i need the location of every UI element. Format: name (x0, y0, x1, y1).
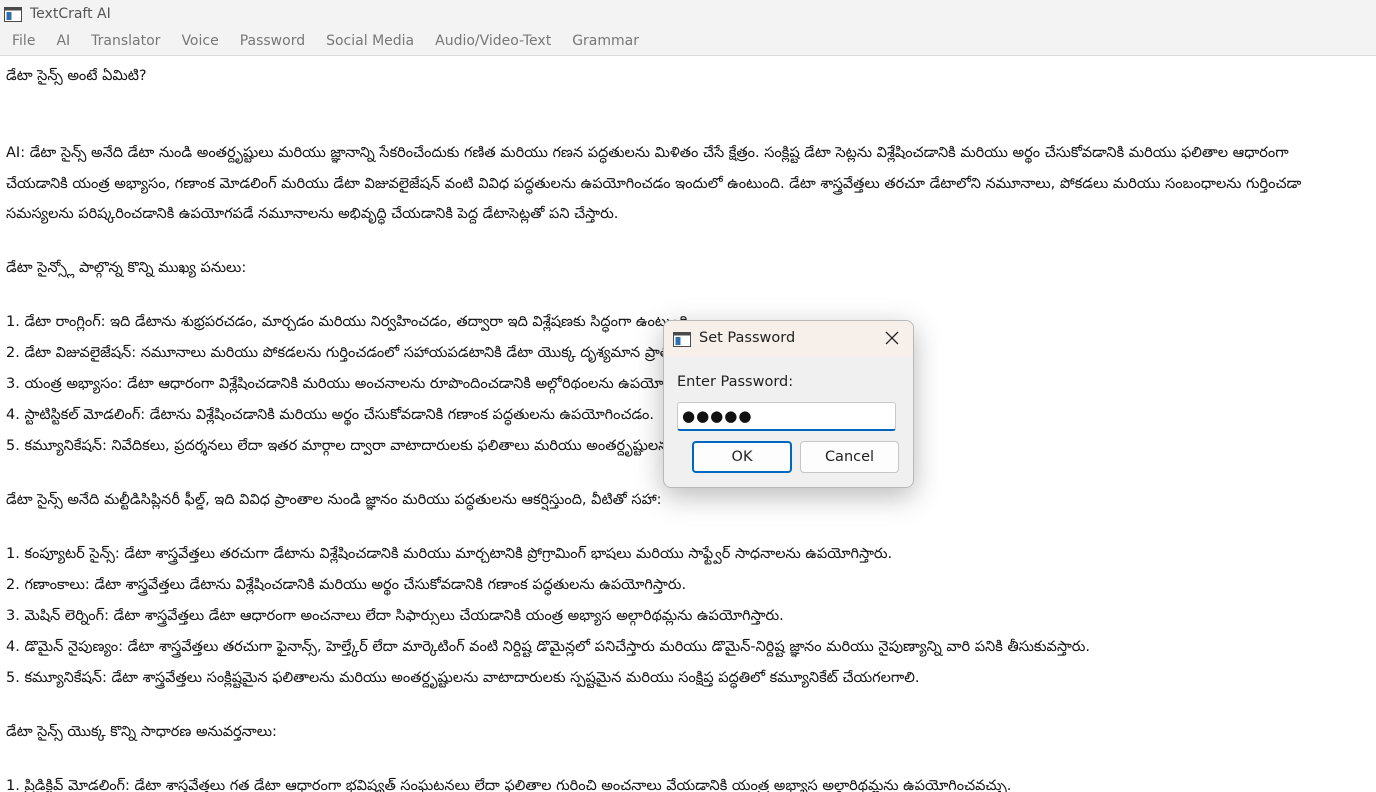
doc-line: 3. యంత్ర అభ్యాసం: డేటా ఆధారంగా విశ్లేషిం… (6, 376, 713, 392)
doc-line: 1. డేటా రాంగ్లింగ్: ఇది డేటాను శుభ్రపరచడ… (6, 314, 694, 330)
doc-line: సమస్యలను పరిష్కరించడానికి ఉపయోగపడే నమూనా… (6, 206, 619, 222)
doc-line: చేయడానికి యంత్ర అభ్యాసం, గణాంక మోడలింగ్ … (6, 176, 1302, 192)
password-label: Enter Password: (677, 374, 794, 390)
app-window-icon (673, 332, 691, 347)
menu-audio-video-text[interactable]: Audio/Video-Text (423, 28, 560, 55)
close-icon[interactable] (884, 330, 900, 346)
menu-password[interactable]: Password (228, 28, 314, 55)
set-password-dialog: Set Password Enter Password: OK Cancel (663, 320, 914, 488)
title-bar: TextCraft AI (0, 0, 1376, 28)
doc-line: 5. కమ్యూనికేషన్: డేటా శాస్త్రవేత్తలు సంక… (6, 670, 920, 686)
ok-button[interactable]: OK (692, 441, 792, 473)
doc-line: డేటా సైన్స్ అనేది మల్టీడిసిప్లినరీ ఫీల్డ… (6, 492, 662, 508)
menu-voice[interactable]: Voice (169, 28, 227, 55)
app-title: TextCraft AI (30, 6, 111, 22)
doc-line: 1. కంప్యూటర్ సైన్స్: డేటా శాస్త్రవేత్తలు… (6, 546, 893, 562)
menu-social-media[interactable]: Social Media (314, 28, 423, 55)
menu-ai[interactable]: AI (44, 28, 79, 55)
cancel-button[interactable]: Cancel (800, 441, 899, 473)
menu-translator[interactable]: Translator (79, 28, 169, 55)
doc-line: 4. స్టాటిస్టికల్ మోడలింగ్: డేటాను విశ్లే… (6, 407, 654, 423)
doc-line: డేటా సైన్స్ అంటే ఏమిటి? (6, 68, 147, 84)
menu-file[interactable]: File (0, 28, 44, 55)
menu-bar: File AI Translator Voice Password Social… (0, 28, 1376, 56)
doc-line: డేటా సైన్స్లో పాల్గొన్న కొన్ని ముఖ్య పను… (6, 260, 247, 276)
doc-line: AI: డేటా సైన్స్ అనేది డేటా నుండి అంతర్దృ… (6, 145, 1289, 161)
dialog-title-bar[interactable]: Set Password (664, 321, 913, 357)
doc-line: 2. గణాంకాలు: డేటా శాస్త్రవేత్తలు డేటాను … (6, 577, 687, 593)
app-window-icon (4, 6, 22, 22)
doc-line: డేటా సైన్స్ యొక్క కొన్ని సాధారణ అనువర్తన… (6, 724, 277, 740)
dialog-title: Set Password (699, 330, 796, 346)
doc-line: 3. మెషిన్ లెర్నింగ్: డేటా శాస్త్రవేత్తలు… (6, 608, 784, 624)
doc-line: 1. ప్రిడిక్టివ్ మోడలింగ్: డేటా శాస్త్రవే… (6, 778, 1012, 792)
password-input[interactable] (677, 402, 896, 431)
menu-grammar[interactable]: Grammar (560, 28, 648, 55)
doc-line: 4. డొమైన్ నైపుణ్యం: డేటా శాస్త్రవేత్తలు … (6, 639, 1090, 655)
